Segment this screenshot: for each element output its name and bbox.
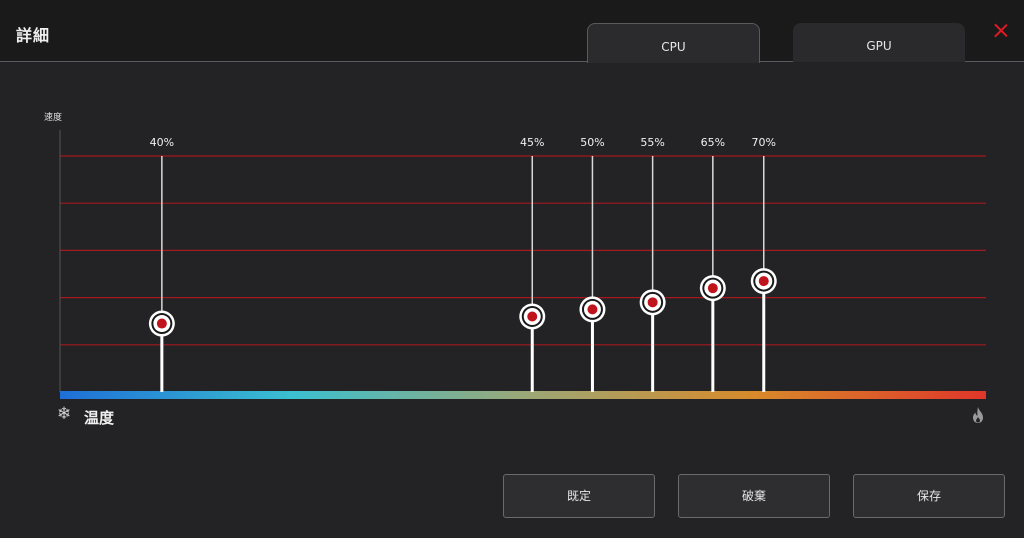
flame-icon bbox=[973, 407, 983, 423]
x-axis-title: 温度 bbox=[84, 409, 115, 427]
window-title: 詳細 bbox=[16, 26, 51, 45]
point-label: 70% bbox=[752, 136, 776, 149]
snowflake-icon: ❄ bbox=[57, 404, 72, 424]
temperature-gradient-bar bbox=[60, 391, 986, 399]
point-label: 65% bbox=[701, 136, 725, 149]
point-label: 45% bbox=[520, 136, 544, 149]
close-icon[interactable] bbox=[992, 22, 1010, 40]
curve-point-handle[interactable] bbox=[519, 303, 546, 330]
handle-dot bbox=[527, 311, 538, 322]
point-label: 55% bbox=[640, 136, 664, 149]
point-label: 40% bbox=[150, 136, 174, 149]
discard-button[interactable]: 破棄 bbox=[678, 474, 830, 518]
curve-point-handle[interactable] bbox=[639, 289, 666, 316]
handle-dot bbox=[156, 318, 167, 329]
curve-point-handle[interactable] bbox=[699, 275, 726, 302]
curve-point-handle[interactable] bbox=[750, 268, 777, 295]
handle-dot bbox=[758, 276, 769, 287]
handle-dot bbox=[647, 297, 658, 308]
curve-point-handle[interactable] bbox=[148, 310, 175, 337]
handle-dot bbox=[587, 304, 598, 315]
fan-curve-chart: 40% 45% 50% 55% 65% 70% bbox=[59, 130, 986, 399]
tab-gpu[interactable]: GPU bbox=[793, 23, 965, 62]
default-button[interactable]: 既定 bbox=[503, 474, 655, 518]
curve-point-handle[interactable] bbox=[579, 296, 606, 323]
handle-dot bbox=[707, 283, 718, 294]
curve-points: 40% 45% 50% 55% 65% 70% bbox=[148, 136, 777, 392]
tab-cpu[interactable]: CPU bbox=[587, 23, 760, 63]
save-button[interactable]: 保存 bbox=[853, 474, 1005, 518]
point-label: 50% bbox=[580, 136, 604, 149]
